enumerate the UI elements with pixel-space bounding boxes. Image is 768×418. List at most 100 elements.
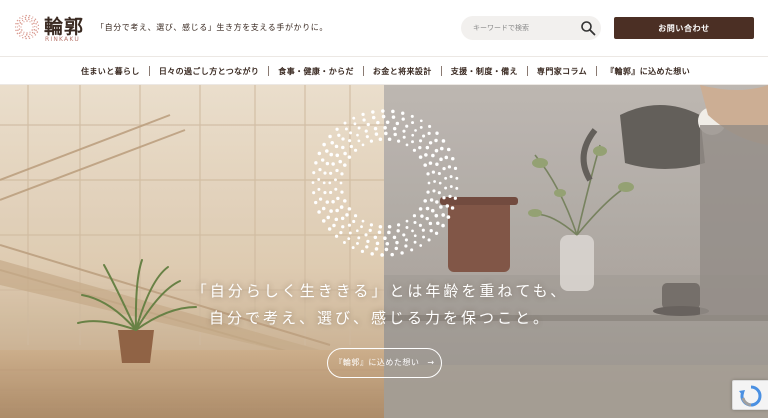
ring-dot	[405, 219, 409, 223]
ring-dot	[435, 162, 439, 166]
ring-dot	[366, 239, 370, 244]
ring-dot	[378, 137, 383, 142]
ring-dot	[36, 21, 39, 23]
ring-dot	[31, 29, 33, 31]
ring-dot	[437, 191, 441, 195]
ring-dot	[323, 171, 327, 175]
ring-dot	[451, 156, 455, 161]
ring-dot	[24, 18, 27, 21]
ring-dot	[424, 153, 428, 157]
ring-dot	[352, 116, 356, 120]
ring-dot	[387, 224, 392, 229]
ring-dot	[312, 171, 316, 175]
ring-dot	[32, 26, 34, 28]
ring-dot	[366, 122, 370, 127]
ring-dot	[18, 20, 21, 22]
ring-dot	[374, 132, 379, 136]
ring-dot	[27, 16, 30, 19]
ring-dot	[18, 25, 20, 27]
hero-philosophy-button[interactable]: 『輪郭』に込めた想い →	[327, 348, 442, 378]
ring-dot	[28, 18, 30, 21]
search-box	[461, 16, 601, 40]
ring-dot	[32, 36, 34, 38]
ring-dot	[33, 22, 35, 25]
ring-dot	[328, 134, 332, 139]
nav-item-health[interactable]: 食事・健康・からだ	[269, 66, 363, 77]
hero-banner: 「自分らしく生ききる」とは年齢を重ねても、 自分で考え、選び、感じる力を保つこと…	[0, 85, 768, 418]
ring-dot	[426, 172, 430, 176]
ring-dot	[431, 170, 436, 174]
nav-item-support[interactable]: 支援・制度・備え	[442, 66, 527, 77]
ring-dot	[349, 144, 354, 149]
ring-dot	[37, 28, 40, 30]
contact-button[interactable]: お問い合わせ	[614, 17, 754, 39]
ring-dot	[31, 20, 33, 22]
ring-dot	[312, 191, 316, 195]
ring-dot	[400, 251, 404, 255]
arrow-right-icon: →	[427, 358, 435, 367]
ring-dot	[337, 133, 341, 137]
ring-dot	[357, 236, 361, 240]
ring-dot	[439, 146, 444, 151]
ring-dot	[22, 15, 24, 17]
ring-dot	[405, 226, 409, 229]
ring-dot	[361, 112, 365, 117]
ring-dot	[361, 219, 365, 223]
ring-dot	[455, 186, 459, 190]
ring-dot	[438, 181, 442, 185]
ring-dot	[347, 207, 352, 211]
ring-dot	[377, 230, 382, 235]
ring-dot	[347, 237, 351, 241]
ring-dot	[385, 120, 390, 125]
nav-item-money[interactable]: お金と将来設計	[364, 66, 441, 77]
ring-dot	[371, 110, 375, 114]
ring-dot	[381, 109, 385, 113]
search-icon[interactable]	[580, 20, 596, 36]
ring-dot	[336, 196, 340, 201]
ring-dot	[384, 131, 388, 136]
ring-dot	[28, 37, 31, 39]
ring-dot	[340, 216, 345, 221]
search-input[interactable]	[473, 20, 573, 36]
ring-dot	[27, 35, 30, 38]
ring-dot	[341, 225, 345, 229]
ring-dot	[36, 31, 39, 33]
ring-dot	[335, 153, 340, 158]
ring-dot	[370, 252, 374, 256]
ring-dot	[434, 148, 439, 153]
ring-dot	[384, 247, 389, 252]
ring-dot	[378, 224, 383, 229]
nav-item-column[interactable]: 専門家コラム	[528, 66, 596, 77]
ring-dot	[410, 114, 414, 118]
ring-dot	[392, 235, 397, 240]
ring-dot	[404, 244, 408, 248]
ring-dot	[325, 149, 329, 153]
ring-dot	[436, 221, 440, 226]
ring-dot	[362, 118, 366, 122]
ring-dot	[418, 155, 423, 159]
nav-item-philosophy[interactable]: 『輪郭』に込めた想い	[597, 66, 699, 77]
ring-dot	[343, 151, 347, 156]
ring-dot	[387, 230, 391, 235]
nav-item-housing[interactable]: 住まいと暮らし	[72, 66, 149, 77]
ring-dot	[392, 126, 397, 131]
ring-dot	[318, 197, 323, 201]
ring-dot	[25, 37, 27, 40]
ring-dot	[25, 34, 28, 36]
ring-dot	[453, 166, 458, 170]
ring-dot	[339, 231, 343, 235]
ring-dot	[311, 181, 315, 185]
ring-dot	[411, 229, 414, 233]
ring-dot	[352, 219, 356, 224]
ring-dot	[334, 217, 339, 222]
ring-dot	[29, 31, 31, 33]
ring-dot	[414, 129, 417, 132]
ring-dot	[383, 126, 387, 130]
recaptcha-icon	[739, 385, 762, 407]
ring-dot	[22, 33, 25, 35]
ring-dot	[434, 213, 439, 218]
nav-item-daily-life[interactable]: 日々の過ごし方とつながり	[150, 66, 268, 77]
ring-dot	[335, 127, 339, 131]
recaptcha-badge[interactable]	[732, 380, 768, 410]
ring-dot	[360, 249, 365, 253]
